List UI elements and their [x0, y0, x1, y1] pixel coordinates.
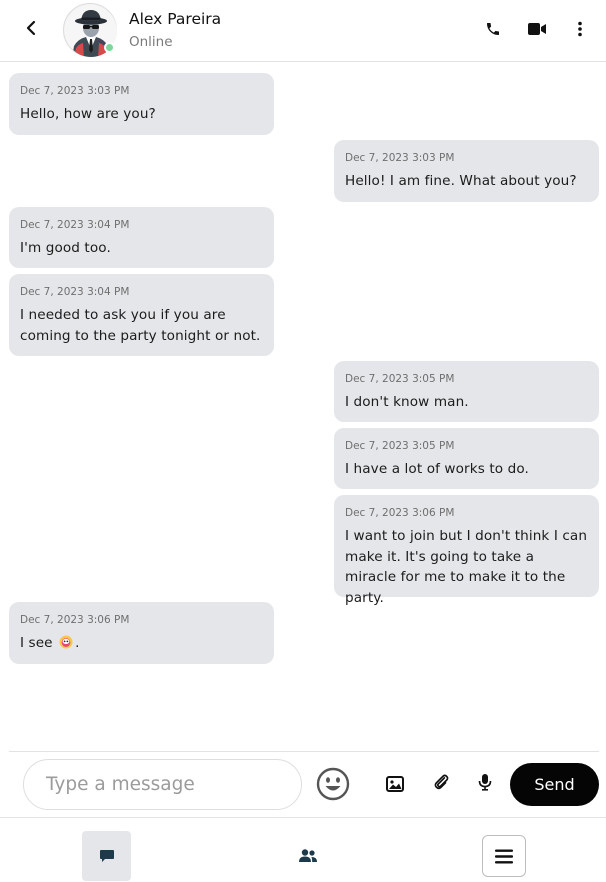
- composer-divider: [9, 751, 599, 752]
- message-list[interactable]: Dec 7, 2023 3:03 PM Hello, how are you? …: [0, 62, 606, 750]
- message-timestamp: Dec 7, 2023 3:06 PM: [345, 507, 455, 519]
- message-text: I have a lot of works to do.: [345, 461, 529, 477]
- bottom-nav: [0, 817, 606, 882]
- attach-image-button[interactable]: [384, 773, 406, 795]
- message-received: Dec 7, 2023 3:03 PM Hello, how are you?: [9, 73, 274, 135]
- more-vertical-icon: [578, 21, 582, 37]
- video-call-button[interactable]: [524, 16, 550, 42]
- video-camera-icon: [528, 23, 546, 35]
- back-button[interactable]: [18, 15, 44, 41]
- more-options-button[interactable]: [567, 16, 593, 42]
- message-timestamp: Dec 7, 2023 3:05 PM: [345, 440, 455, 452]
- contact-name: Alex Pareira: [129, 10, 222, 28]
- paperclip-icon: [434, 774, 449, 790]
- nav-chats[interactable]: [82, 831, 131, 881]
- tongue-out-emoji-icon: [59, 635, 73, 649]
- message-timestamp: Dec 7, 2023 3:03 PM: [345, 152, 455, 164]
- message-timestamp: Dec 7, 2023 3:05 PM: [345, 373, 455, 385]
- message-sent: Dec 7, 2023 3:03 PM Hello! I am fine. Wh…: [334, 140, 599, 202]
- message-timestamp: Dec 7, 2023 3:06 PM: [20, 614, 130, 626]
- image-icon: [386, 776, 404, 792]
- message-input[interactable]: [23, 759, 302, 810]
- send-button[interactable]: Send: [510, 763, 599, 806]
- voice-record-button[interactable]: [474, 771, 496, 793]
- emoji-button[interactable]: [314, 766, 352, 802]
- microphone-icon: [478, 774, 492, 791]
- message-text: I'm good too.: [20, 240, 111, 256]
- call-button[interactable]: [480, 16, 506, 42]
- hamburger-menu-icon: [495, 849, 513, 863]
- message-text: I needed to ask you if you are coming to…: [20, 307, 261, 344]
- phone-icon: [487, 23, 499, 35]
- smiley-emoji-icon: [316, 767, 350, 801]
- message-timestamp: Dec 7, 2023 3:04 PM: [20, 286, 130, 298]
- message-text: I want to join but I don't think I can m…: [345, 528, 588, 606]
- contact-status: Online: [129, 34, 173, 50]
- message-sent: Dec 7, 2023 3:06 PM I want to join but I…: [334, 495, 599, 606]
- message-sent: Dec 7, 2023 3:05 PM I don't know man.: [334, 361, 599, 422]
- message-text: Hello! I am fine. What about you?: [345, 173, 577, 189]
- online-status-dot: [104, 42, 115, 53]
- attach-file-button[interactable]: [430, 771, 452, 793]
- nav-menu-button[interactable]: [482, 835, 526, 877]
- message-received: Dec 7, 2023 3:04 PM I needed to ask you …: [9, 274, 274, 356]
- users-icon: [298, 849, 317, 862]
- message-timestamp: Dec 7, 2023 3:04 PM: [20, 219, 130, 231]
- message-text: Hello, how are you?: [20, 106, 156, 122]
- message-text-before: I see: [20, 635, 53, 651]
- back-chevron-icon: [26, 20, 36, 36]
- message-text: I see .: [20, 633, 263, 654]
- nav-contacts[interactable]: [283, 831, 332, 881]
- message-timestamp: Dec 7, 2023 3:03 PM: [20, 85, 130, 97]
- message-sent: Dec 7, 2023 3:05 PM I have a lot of work…: [334, 428, 599, 489]
- message-received: Dec 7, 2023 3:04 PM I'm good too.: [9, 207, 274, 268]
- message-text-after: .: [75, 635, 80, 651]
- chat-bubble-icon: [99, 850, 114, 862]
- message-received: Dec 7, 2023 3:06 PM I see .: [9, 602, 274, 664]
- message-text: I don't know man.: [345, 394, 469, 410]
- chat-header: Alex Pareira Online: [0, 0, 606, 62]
